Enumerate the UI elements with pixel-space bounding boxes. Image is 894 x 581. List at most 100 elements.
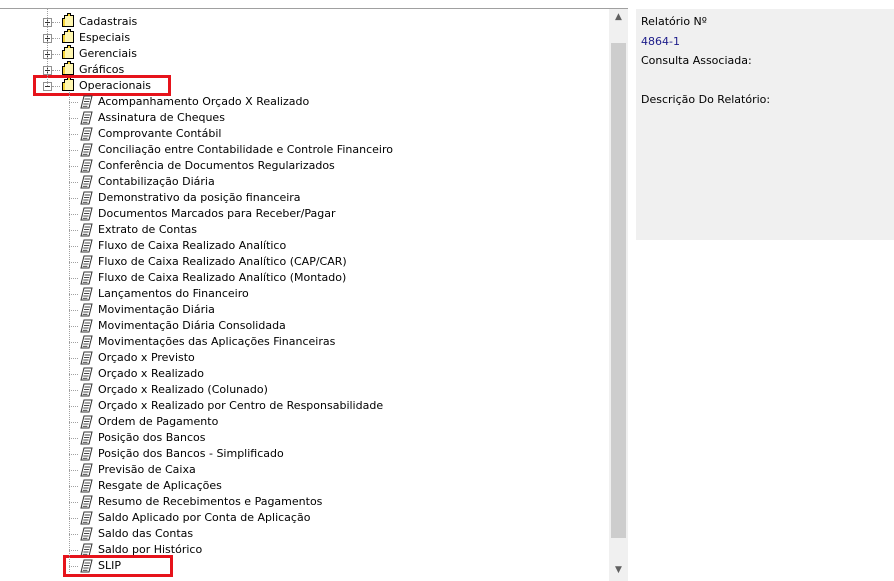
report-icon — [80, 287, 94, 301]
tree-report-label: Movimentação Diária — [98, 303, 215, 316]
tree-report-item[interactable]: Fluxo de Caixa Realizado Analítico — [0, 238, 608, 254]
tree-connector — [69, 358, 78, 359]
report-icon — [80, 303, 94, 317]
tree-report-item[interactable]: Saldo das Contas — [0, 526, 608, 542]
tree-report-item[interactable]: Orçado x Realizado — [0, 366, 608, 382]
tree-report-label: Documentos Marcados para Receber/Pagar — [98, 207, 336, 220]
tree-report-item[interactable]: Previsão de Caixa — [0, 462, 608, 478]
tree-connector — [69, 198, 78, 199]
tree-report-item[interactable]: Fluxo de Caixa Realizado Analítico (CAP/… — [0, 254, 608, 270]
tree-report-item[interactable]: Extrato de Contas — [0, 222, 608, 238]
tree-connector — [69, 374, 78, 375]
tree-report-label: Fluxo de Caixa Realizado Analítico — [98, 239, 287, 252]
tree-report-item[interactable]: Resgate de Aplicações — [0, 478, 608, 494]
tree-connector — [52, 86, 60, 87]
tree-report-label: Orçado x Previsto — [98, 351, 195, 364]
tree-connector — [69, 230, 78, 231]
tree-report-label: Orçado x Realizado (Colunado) — [98, 383, 268, 396]
tree-connector — [69, 102, 78, 103]
tree-report-item[interactable]: Lançamentos do Financeiro — [0, 286, 608, 302]
tree-connector — [69, 182, 78, 183]
tree-report-item[interactable]: Demonstrativo da posição financeira — [0, 190, 608, 206]
tree-connector — [69, 92, 70, 572]
report-icon — [80, 271, 94, 285]
tree-category-label: Gráficos — [79, 63, 125, 76]
report-icon — [80, 335, 94, 349]
scroll-down-button[interactable]: ▼ — [609, 562, 628, 579]
tree-report-item[interactable]: Posição dos Bancos — [0, 430, 608, 446]
report-icon — [80, 495, 94, 509]
report-icon — [80, 239, 94, 253]
tree-category-label: Operacionais — [79, 79, 152, 92]
report-icon — [80, 399, 94, 413]
tree-report-item[interactable]: Movimentações das Aplicações Financeiras — [0, 334, 608, 350]
chevron-down-icon: ▼ — [615, 565, 622, 575]
report-icon — [80, 559, 94, 573]
tree-connector — [69, 294, 78, 295]
tree-connector — [69, 246, 78, 247]
tree-connector — [69, 502, 78, 503]
tree-report-item[interactable]: Movimentação Diária — [0, 302, 608, 318]
tree-category-label: Gerenciais — [79, 47, 137, 60]
tree-category-0[interactable]: Cadastrais — [0, 13, 608, 30]
tree-category-2[interactable]: Gerenciais — [0, 45, 608, 62]
report-icon — [80, 207, 94, 221]
tree-report-item[interactable]: Orçado x Realizado por Centro de Respons… — [0, 398, 608, 414]
folder-icon — [62, 45, 74, 59]
tree-report-label: Resgate de Aplicações — [98, 479, 222, 492]
tree-report-item[interactable]: Contabilização Diária — [0, 174, 608, 190]
report-icon — [80, 447, 94, 461]
tree-report-label: Saldo das Contas — [98, 527, 194, 540]
tree-category-1[interactable]: Especiais — [0, 29, 608, 46]
tree-report-item[interactable]: Documentos Marcados para Receber/Pagar — [0, 206, 608, 222]
tree-report-label: Movimentação Diária Consolidada — [98, 319, 286, 332]
tree-vertical-scrollbar[interactable]: ▲ ▼ — [609, 9, 628, 581]
scrollbar-thumb[interactable] — [611, 43, 626, 538]
report-icon — [80, 159, 94, 173]
tree-connector — [52, 70, 60, 71]
report-icon — [80, 383, 94, 397]
tree-category-4[interactable]: Operacionais — [0, 77, 608, 94]
report-icon — [80, 175, 94, 189]
report-icon — [80, 463, 94, 477]
tree-report-label: Fluxo de Caixa Realizado Analítico (Mont… — [98, 271, 347, 284]
tree-report-label: Orçado x Realizado por Centro de Respons… — [98, 399, 384, 412]
tree-report-item[interactable]: Acompanhamento Orçado X Realizado — [0, 94, 608, 110]
tree-report-label: Ordem de Pagamento — [98, 415, 219, 428]
report-icon — [80, 511, 94, 525]
tree-report-item[interactable]: Conferência de Documentos Regularizados — [0, 158, 608, 174]
report-icon — [80, 351, 94, 365]
tree-connector — [69, 150, 78, 151]
tree-report-item[interactable]: Assinatura de Cheques — [0, 110, 608, 126]
report-icon — [80, 431, 94, 445]
tree-report-item[interactable]: Fluxo de Caixa Realizado Analítico (Mont… — [0, 270, 608, 286]
tree-report-label: Extrato de Contas — [98, 223, 197, 236]
tree-report-label: Posição dos Bancos — [98, 431, 206, 444]
tree-report-item[interactable]: Orçado x Realizado (Colunado) — [0, 382, 608, 398]
tree-report-item[interactable]: Resumo de Recebimentos e Pagamentos — [0, 494, 608, 510]
tree-report-item[interactable]: Conciliação entre Contabilidade e Contro… — [0, 142, 608, 158]
chevron-up-icon: ▲ — [615, 12, 622, 22]
tree-connector — [69, 486, 78, 487]
tree-report-item[interactable]: Saldo por Histórico — [0, 542, 608, 558]
report-tree-frame: Cadastrais Especiais Gerenciais Gráficos Ope… — [0, 8, 628, 581]
tree-report-item[interactable]: Orçado x Previsto — [0, 350, 608, 366]
report-icon — [80, 111, 94, 125]
tree-report-item[interactable]: Saldo Aplicado por Conta de Aplicação — [0, 510, 608, 526]
tree-report-item[interactable]: SLIP — [0, 558, 608, 574]
report-icon — [80, 255, 94, 269]
tree-connector — [69, 278, 78, 279]
tree-connector — [69, 262, 78, 263]
tree-report-item[interactable]: Comprovante Contábil — [0, 126, 608, 142]
tree-report-item[interactable]: Movimentação Diária Consolidada — [0, 318, 608, 334]
report-number-value: 4864-1 — [641, 35, 680, 48]
tree-connector — [69, 470, 78, 471]
tree-report-label: Saldo por Histórico — [98, 543, 203, 556]
tree-connector — [69, 166, 78, 167]
tree-category-3[interactable]: Gráficos — [0, 61, 608, 78]
scroll-up-button[interactable]: ▲ — [609, 9, 628, 26]
tree-report-item[interactable]: Ordem de Pagamento — [0, 414, 608, 430]
report-icon — [80, 191, 94, 205]
tree-connector — [47, 9, 48, 86]
tree-report-item[interactable]: Posição dos Bancos - Simplificado — [0, 446, 608, 462]
